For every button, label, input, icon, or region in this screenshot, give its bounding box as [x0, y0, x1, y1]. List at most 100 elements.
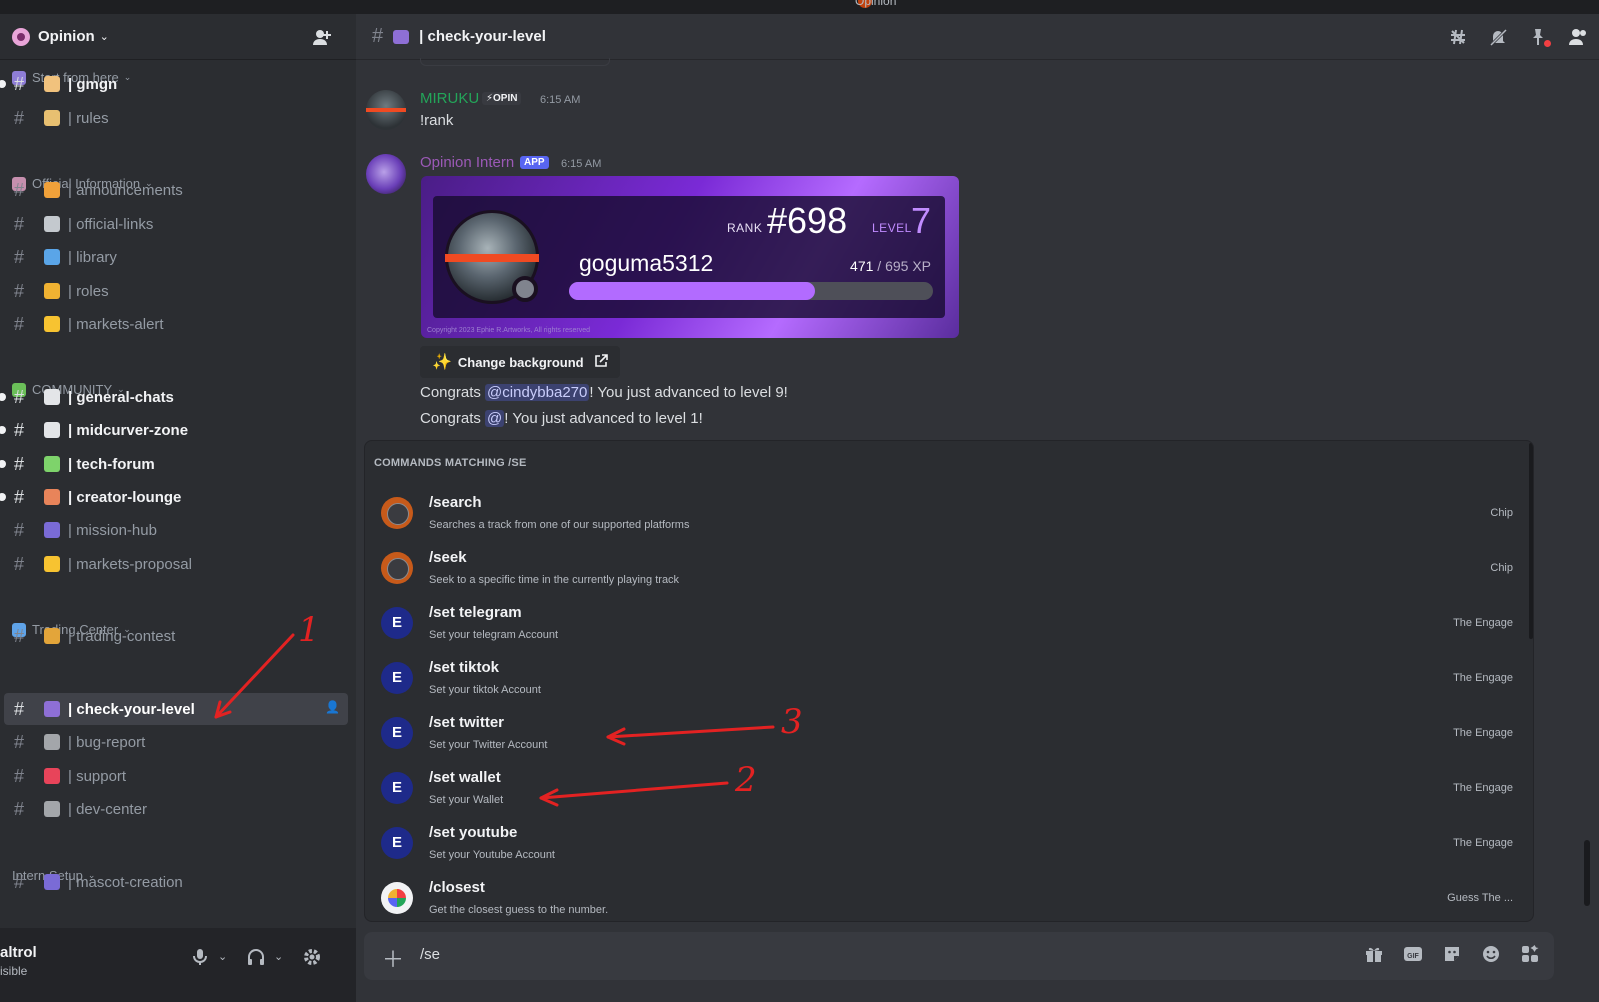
channel-emoji-icon — [44, 316, 60, 332]
bot-avatar[interactable] — [366, 154, 406, 194]
channel-item[interactable]: # | gmgn — [0, 68, 348, 100]
command-description: Searches a track from one of our support… — [429, 519, 690, 531]
sticker-icon[interactable] — [1441, 944, 1462, 965]
command-option[interactable]: E/set telegram Set your telegram Account T… — [365, 597, 1525, 652]
channel-item[interactable]: # | markets-alert — [4, 308, 348, 340]
gift-icon[interactable] — [1363, 944, 1384, 965]
threads-icon[interactable] — [1447, 27, 1469, 47]
command-option[interactable]: /closest Get the closest guess to the num… — [365, 872, 1525, 921]
channel-item[interactable]: # | rules — [4, 102, 348, 134]
engage-bot-icon: E — [381, 772, 413, 804]
message-text: !rank — [420, 112, 454, 129]
command-source: The Engage — [1453, 837, 1513, 849]
command-option[interactable]: E/set wallet Set your Wallet The Engage — [365, 762, 1525, 817]
pinned-messages-icon[interactable] — [1527, 27, 1551, 47]
command-option[interactable]: E/set youtube Set your Youtube Account The… — [365, 817, 1525, 872]
xp-progress-track — [569, 282, 933, 300]
annotation-label-2: 2 — [735, 760, 757, 800]
command-option[interactable]: /search Searches a track from one of our … — [365, 487, 1525, 542]
engage-bot-icon: E — [381, 607, 413, 639]
status-indicator — [512, 276, 538, 302]
channel-label: | markets-proposal — [68, 555, 192, 573]
channel-item[interactable]: # | trading-contest — [4, 620, 348, 652]
channel-item[interactable]: # | roles — [4, 275, 348, 307]
notification-muted-icon[interactable] — [1487, 27, 1509, 47]
message-timestamp: 6:15 AM — [540, 94, 581, 106]
change-background-button[interactable]: ✨ Change background — [420, 346, 620, 378]
channel-label: | tech-forum — [68, 455, 155, 473]
member-list-icon[interactable] — [1567, 27, 1589, 47]
channel-item[interactable]: # | support — [4, 760, 348, 792]
channel-emoji-icon — [44, 456, 60, 472]
microphone-icon[interactable] — [192, 948, 208, 971]
xp-current: 471 — [850, 258, 874, 274]
command-option[interactable]: E/set tiktok Set your tiktok Account The E… — [365, 652, 1525, 707]
mic-options-chevron-icon[interactable]: ⌄ — [218, 950, 227, 963]
server-name: Opinion — [38, 28, 95, 45]
user-mention[interactable]: @cindybba270 — [485, 384, 590, 401]
channel-item[interactable]: # | markets-proposal — [4, 548, 348, 580]
channel-hash-icon: # — [14, 698, 25, 719]
channel-item[interactable]: # | official-links — [4, 208, 348, 240]
chevron-down-icon: ⌄ — [99, 31, 109, 43]
headphones-icon[interactable] — [247, 948, 265, 971]
gif-icon[interactable]: GIF — [1402, 944, 1423, 965]
annotation-label-3: 3 — [781, 702, 803, 742]
message-author[interactable]: Opinion Intern — [420, 154, 514, 171]
message-text: Congrats @cindybba270! You just advanced… — [420, 384, 788, 401]
channel-item[interactable]: # | dev-center — [4, 793, 348, 825]
autocomplete-header: COMMANDS MATCHING /SE — [374, 457, 527, 469]
message-text: Congrats @! You just advanced to level 1… — [420, 410, 703, 427]
xp-total: / 695 XP — [877, 258, 931, 274]
channel-item[interactable]: # | announcements — [4, 174, 348, 206]
add-attachment-icon[interactable]: ＋ — [382, 942, 404, 974]
channel-label: | bug-report — [68, 733, 146, 751]
command-description: Seek to a specific time in the currently… — [429, 574, 680, 586]
chat-scrollbar[interactable] — [1584, 840, 1590, 906]
xp-readout: 471 / 695 XP — [850, 258, 931, 274]
server-header[interactable]: Opinion ⌄ — [0, 14, 356, 60]
channel-item[interactable]: # | creator-lounge — [0, 481, 348, 513]
create-invite-icon[interactable]: 👤 — [325, 700, 340, 714]
unread-indicator — [0, 80, 6, 88]
channel-item[interactable]: # | tech-forum — [0, 448, 348, 480]
channel-hash-icon: # — [14, 453, 25, 474]
channel-emoji-icon — [44, 734, 60, 750]
rank-card-image[interactable]: RANK #698 LEVEL 7 goguma5312 471 / 695 X… — [421, 176, 959, 338]
channel-item[interactable]: # | midcurver-zone — [0, 414, 348, 446]
gear-icon[interactable] — [303, 948, 321, 971]
command-name: /set twitter — [429, 714, 505, 731]
audio-options-chevron-icon[interactable]: ⌄ — [274, 950, 283, 963]
channel-item[interactable]: # | check-your-level 👤 — [4, 693, 348, 725]
command-description: Set your telegram Account — [429, 629, 559, 641]
command-option[interactable]: /seek Seek to a specific time in the curr… — [365, 542, 1525, 597]
channel-emoji-icon — [393, 29, 410, 44]
message-input-value[interactable]: /se — [420, 946, 440, 963]
apps-icon[interactable] — [1519, 944, 1540, 965]
channel-emoji-icon — [44, 556, 60, 572]
invite-people-icon[interactable] — [312, 27, 332, 47]
channel-hash-icon: # — [14, 280, 25, 301]
command-source: Chip — [1490, 562, 1513, 574]
command-name: /set telegram — [429, 604, 522, 621]
message-author[interactable]: MIRUKU — [420, 90, 479, 107]
command-option[interactable]: E/set twitter Set your Twitter Account The… — [365, 707, 1525, 762]
chip-bot-icon — [381, 497, 413, 529]
congrats-prefix: Congrats — [420, 384, 486, 401]
emoji-icon[interactable] — [1480, 944, 1501, 965]
window-top-strip: Opinion — [0, 0, 1599, 14]
message-input[interactable]: ＋ /se GIF — [364, 932, 1554, 980]
user-mention[interactable]: @ — [485, 410, 505, 427]
channel-item[interactable]: # | general-chats — [0, 381, 348, 413]
channel-item[interactable]: # | mascot-creation — [4, 866, 348, 898]
autocomplete-scrollbar[interactable] — [1529, 443, 1533, 639]
channel-item[interactable]: # | bug-report — [4, 726, 348, 758]
command-name: /search — [429, 494, 482, 511]
channel-label: | support — [68, 767, 127, 785]
command-source: Guess The ... — [1447, 892, 1513, 904]
channel-emoji-icon — [44, 76, 60, 92]
channel-item[interactable]: # | library — [4, 241, 348, 273]
channel-item[interactable]: # | mission-hub — [4, 514, 348, 546]
username[interactable]: altrol — [0, 944, 37, 961]
command-source: The Engage — [1453, 782, 1513, 794]
